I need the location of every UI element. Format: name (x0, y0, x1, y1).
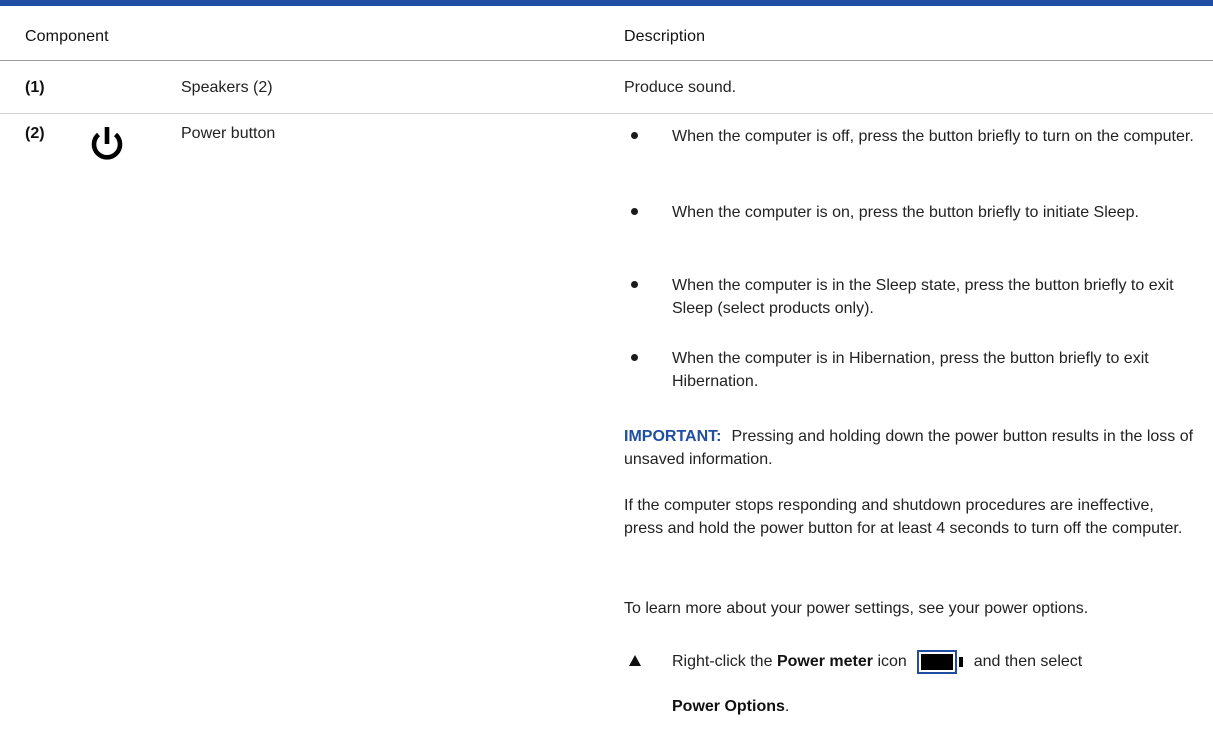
table-header-row: Component Description (0, 6, 1213, 61)
row-number: (2) (25, 125, 45, 142)
step-middle: icon (877, 653, 907, 671)
step-line-continued: Power Options. (672, 695, 789, 718)
important-note: IMPORTANT: Pressing and holding down the … (624, 425, 1194, 471)
bullet-text: When the computer is in the Sleep state,… (672, 277, 1174, 317)
paragraph: If the computer stops responding and shu… (624, 497, 1183, 537)
bullet-text: When the computer is on, press the butto… (672, 204, 1139, 221)
table-row: (1) Speakers (2) Produce sound. (0, 61, 1213, 114)
step-end: . (784, 698, 790, 715)
bullet-dot (631, 132, 638, 139)
step-triangle-icon (629, 655, 641, 666)
step-prefix: Right-click the (672, 653, 773, 671)
bullet-dot (631, 281, 638, 288)
column-header-description: Description (624, 28, 706, 45)
bullet-dot (631, 208, 638, 215)
bullet-text: When the computer is off, press the butt… (672, 128, 1194, 145)
component-name: Speakers (2) (181, 79, 273, 96)
component-name: Power button (181, 125, 276, 142)
bullet-dot (631, 354, 638, 361)
component-description: Produce sound. (624, 79, 737, 96)
row-number: (1) (25, 79, 45, 96)
power-icon (91, 127, 123, 160)
important-label: IMPORTANT: (624, 428, 722, 445)
column-header-component: Component (25, 28, 109, 45)
step-line: Right-click the Power meter icon and the… (672, 650, 1082, 674)
bullet-text: When the computer is in Hibernation, pre… (672, 350, 1149, 390)
power-meter-label: Power meter (776, 653, 873, 671)
power-options-label: Power Options (672, 698, 785, 715)
paragraph: To learn more about your power settings,… (624, 600, 1089, 617)
step-suffix: and then select (973, 653, 1083, 671)
battery-icon (917, 650, 965, 674)
